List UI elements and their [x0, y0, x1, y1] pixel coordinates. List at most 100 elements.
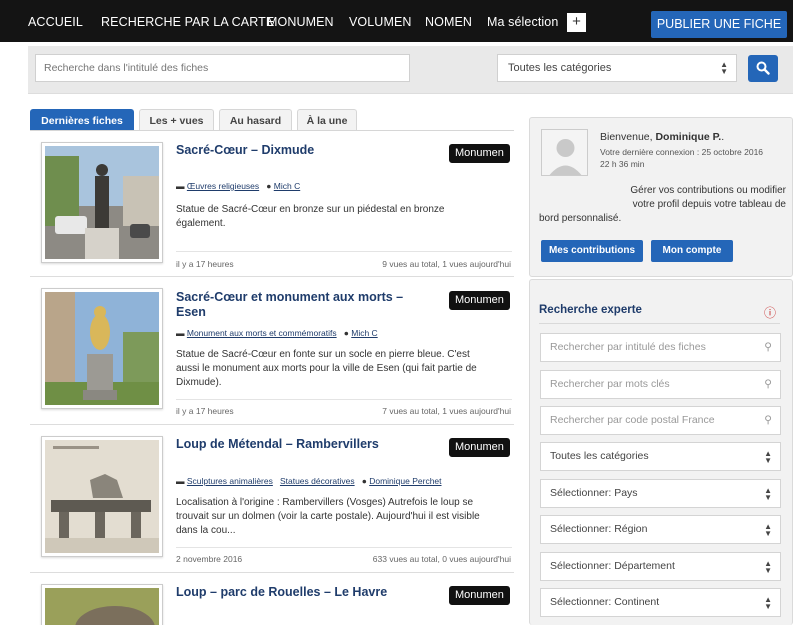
description-line: Dixmude).: [176, 377, 222, 388]
entry-thumbnail[interactable]: [41, 436, 163, 557]
entry-meta: ▬ Œuvres religieuses ● Mich C: [176, 181, 300, 191]
category-link[interactable]: Statues décoratives: [280, 476, 355, 486]
search-icon: ⚲: [764, 341, 772, 353]
search-icon: ⚲: [764, 378, 772, 390]
nav-accueil[interactable]: ACCUEIL: [28, 0, 83, 42]
nav-volumen[interactable]: VOLUMEN: [349, 0, 412, 42]
user-name: Dominique P.: [655, 131, 722, 143]
divider: [176, 399, 512, 400]
select-value: Sélectionner: Pays: [550, 487, 638, 499]
entry-thumbnail[interactable]: [41, 288, 163, 409]
welcome-greeting: Bienvenue, Dominique P..: [600, 131, 724, 143]
select-arrows-icon: ▲ ▼: [764, 448, 772, 465]
folder-icon: ▬: [176, 476, 185, 486]
author-link[interactable]: Mich C: [351, 328, 377, 338]
category-link[interactable]: Sculptures animalières: [187, 476, 273, 486]
entry-meta: ▬ Sculptures animalières Statues décorat…: [176, 476, 442, 486]
tab-plus-vues[interactable]: Les + vues: [139, 109, 214, 131]
divider: [539, 323, 780, 324]
wolf-photo: [45, 588, 159, 625]
expert-search-panel: Recherche experte ⓘ Rechercher par intit…: [529, 279, 793, 625]
publish-button[interactable]: PUBLIER UNE FICHE: [651, 11, 787, 38]
continent-select[interactable]: Sélectionner: Continent ▲ ▼: [540, 588, 781, 617]
last-login-line: Votre dernière connexion : 25 octobre 20…: [600, 147, 764, 157]
folder-icon: ▬: [176, 181, 185, 191]
author-link[interactable]: Mich C: [274, 181, 300, 191]
country-select[interactable]: Sélectionner: Pays ▲ ▼: [540, 479, 781, 508]
field-placeholder: Rechercher par code postal France: [550, 414, 715, 426]
list-item: Loup – parc de Rouelles – Le Havre Monum…: [30, 573, 514, 625]
search-input[interactable]: [35, 54, 410, 82]
top-nav: ACCUEIL RECHERCHE PAR LA CARTE MONUMEN V…: [0, 0, 793, 42]
entry-date: il y a 17 heures: [176, 406, 234, 416]
description-line: aussi le monument aux morts pour la vill…: [176, 363, 477, 374]
info-icon[interactable]: ⓘ: [764, 304, 776, 321]
user-icon: ●: [361, 476, 367, 486]
search-bar: Toutes les catégories ▲▼: [28, 46, 793, 94]
category-select[interactable]: Toutes les catégories ▲ ▼: [497, 54, 737, 82]
entry-thumbnail[interactable]: [41, 142, 163, 263]
entry-title[interactable]: Sacré-Cœur – Dixmude: [176, 143, 314, 158]
region-select[interactable]: Sélectionner: Région ▲ ▼: [540, 515, 781, 544]
select-value: Sélectionner: Continent: [550, 596, 660, 608]
entry-thumbnail[interactable]: [41, 584, 163, 625]
title-search-field[interactable]: Rechercher par intitulé des fiches ⚲: [540, 333, 781, 362]
nav-ma-selection[interactable]: Ma sélection: [487, 0, 558, 42]
description-line: trouvait sur un dolmen (voir la carte po…: [176, 511, 480, 522]
entry-date: il y a 17 heures: [176, 259, 234, 269]
select-value: Sélectionner: Région: [550, 523, 648, 535]
manage-text: Gérer vos contributions ou modifier votr…: [600, 184, 786, 212]
my-contributions-button[interactable]: Mes contributions: [541, 240, 643, 262]
entry-meta: ▬ Monument aux morts et commémoratifs ● …: [176, 328, 378, 338]
last-login-line: 22 h 36 min: [600, 159, 645, 169]
greeting-prefix: Bienvenue,: [600, 131, 656, 143]
select-arrows-icon: ▲ ▼: [764, 558, 772, 575]
entry-title-line: Esen: [176, 305, 206, 319]
nav-monumen[interactable]: MONUMEN: [267, 0, 334, 42]
divider: [176, 547, 512, 548]
manage-text-end: bord personnalisé.: [539, 213, 622, 224]
field-placeholder: Rechercher par mots clés: [550, 378, 670, 390]
entry-title[interactable]: Sacré-Cœur et monument aux morts – Esen: [176, 290, 403, 320]
department-select[interactable]: Sélectionner: Département ▲ ▼: [540, 552, 781, 581]
statue-photo: [45, 292, 159, 405]
keyword-search-field[interactable]: Rechercher par mots clés ⚲: [540, 370, 781, 399]
entry-views: 9 vues au total, 1 vues aujourd'hui: [382, 259, 511, 269]
user-icon: ●: [343, 328, 349, 338]
entry-views: 7 vues au total, 1 vues aujourd'hui: [382, 406, 511, 416]
user-avatar-icon: [542, 130, 587, 175]
select-arrows-icon: ▲ ▼: [764, 485, 772, 502]
nav-nomen[interactable]: NOMEN: [425, 0, 472, 42]
type-badge: Monumen: [449, 144, 510, 163]
type-badge: Monumen: [449, 438, 510, 457]
add-selection-button[interactable]: +: [567, 13, 586, 32]
entry-title[interactable]: Loup de Métendal – Rambervillers: [176, 437, 379, 452]
entry-description: Statue de Sacré-Cœur en bronze sur un pi…: [176, 203, 512, 231]
my-account-button[interactable]: Mon compte: [651, 240, 733, 262]
nav-recherche-carte[interactable]: RECHERCHE PAR LA CARTE: [101, 0, 274, 42]
expert-search-title: Recherche experte: [539, 304, 642, 316]
search-icon: ⚲: [764, 414, 772, 426]
user-icon: ●: [266, 181, 272, 191]
entry-description: Localisation à l'origine : Rambervillers…: [176, 496, 512, 538]
list-item: Loup de Métendal – Rambervillers Monumen…: [30, 425, 514, 573]
search-button[interactable]: [748, 55, 778, 82]
category-link[interactable]: Monument aux morts et commémoratifs: [187, 328, 337, 338]
postal-code-search-field[interactable]: Rechercher par code postal France ⚲: [540, 406, 781, 435]
category-select-expert[interactable]: Toutes les catégories ▲ ▼: [540, 442, 781, 471]
avatar: [541, 129, 588, 176]
entry-description: Statue de Sacré-Cœur en fonte sur un soc…: [176, 348, 512, 390]
statue-photo: [45, 146, 159, 259]
select-value: Toutes les catégories: [550, 450, 649, 462]
divider: [176, 251, 512, 252]
description-line: Localisation à l'origine : Rambervillers…: [176, 497, 474, 508]
entry-title[interactable]: Loup – parc de Rouelles – Le Havre: [176, 585, 387, 600]
tab-a-la-une[interactable]: À la une: [297, 109, 357, 131]
category-link[interactable]: Œuvres religieuses: [187, 181, 259, 191]
tab-dernieres-fiches[interactable]: Dernières fiches: [30, 109, 134, 131]
entry-title-line: Sacré-Cœur – Dixmude: [176, 143, 315, 157]
list-item: Sacré-Cœur et monument aux morts – Esen …: [30, 277, 514, 425]
tab-au-hasard[interactable]: Au hasard: [219, 109, 292, 131]
select-value: Sélectionner: Département: [550, 560, 675, 572]
author-link[interactable]: Dominique Perchet: [369, 476, 441, 486]
